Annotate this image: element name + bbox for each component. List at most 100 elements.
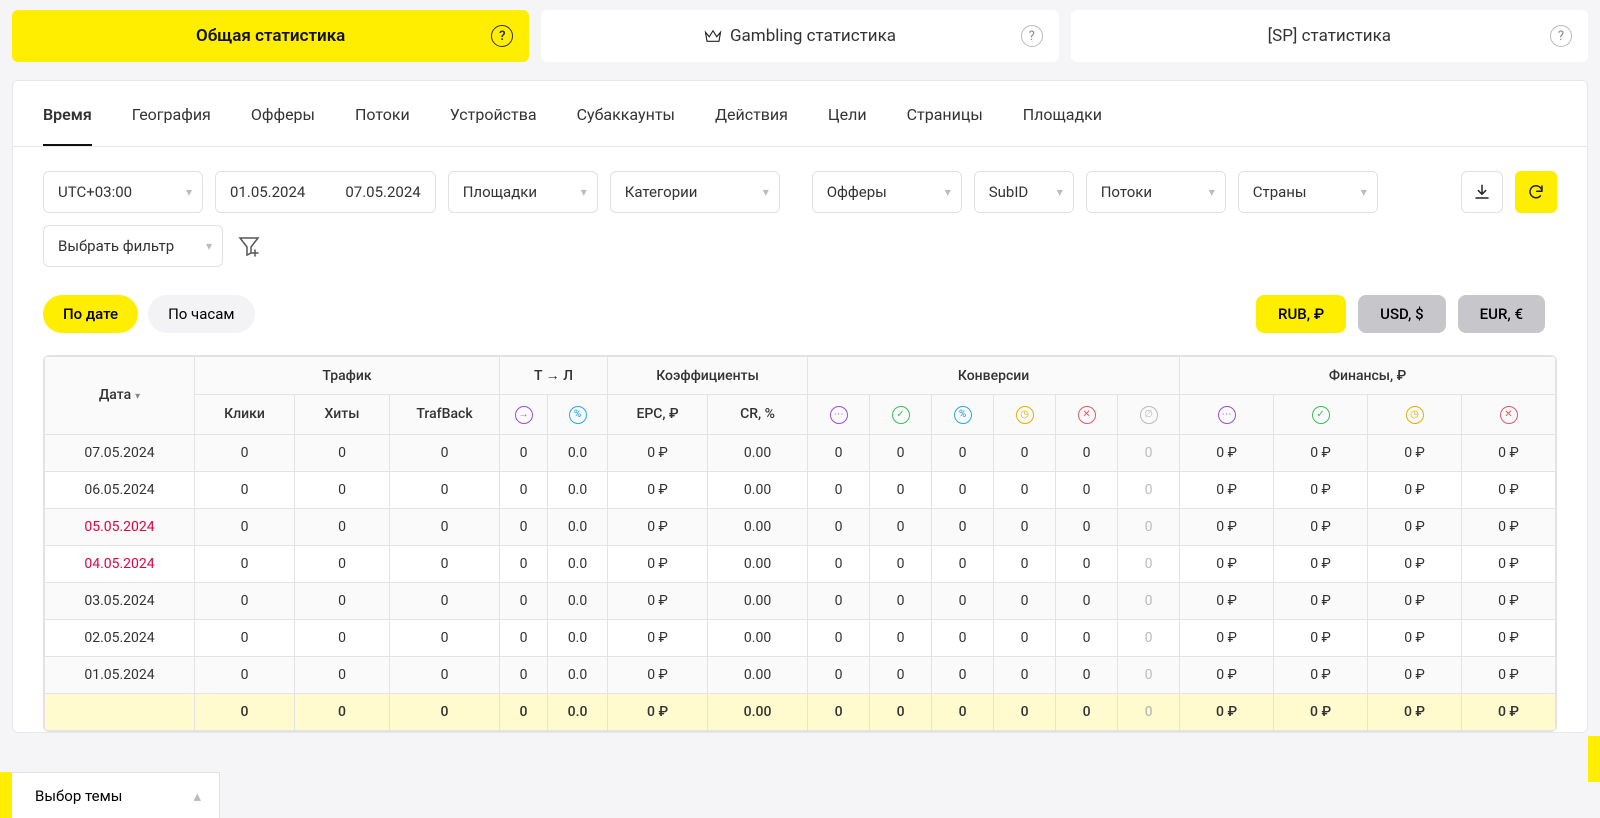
- currency-pill-RUB, ₽[interactable]: RUB, ₽: [1256, 295, 1346, 333]
- table-row[interactable]: 01.05.202400000.00 ₽0.000000000 ₽0 ₽0 ₽0…: [45, 656, 1556, 693]
- grp-conv: Конверсии: [808, 357, 1180, 395]
- refresh-icon: [1527, 183, 1545, 201]
- download-button[interactable]: [1461, 171, 1503, 213]
- col-conv-pct[interactable]: %: [932, 395, 994, 435]
- table-row[interactable]: 02.05.202400000.00 ₽0.000000000 ₽0 ₽0 ₽0…: [45, 619, 1556, 656]
- total-f3: 0 ₽: [1368, 693, 1462, 730]
- offers-select[interactable]: Офферы▾: [812, 171, 962, 213]
- table-row[interactable]: 04.05.202400000.00 ₽0.000000000 ₽0 ₽0 ₽0…: [45, 545, 1556, 582]
- col-conv-approved[interactable]: ✓: [870, 395, 932, 435]
- chevron-down-icon: ▾: [581, 185, 587, 199]
- mode-pill-По часам[interactable]: По часам: [148, 295, 254, 333]
- col-epc[interactable]: EPC, ₽: [608, 395, 708, 435]
- sub-tab-География[interactable]: География: [132, 81, 211, 146]
- sub-tab-Потоки[interactable]: Потоки: [355, 81, 410, 146]
- date-range-picker[interactable]: 01.05.2024 07.05.2024: [215, 171, 436, 213]
- cell-c6: 0: [1118, 619, 1180, 656]
- cell-clicks: 0: [195, 434, 295, 471]
- cell-f1: 0 ₽: [1180, 619, 1274, 656]
- sub-tab-Действия[interactable]: Действия: [715, 81, 788, 146]
- col-trafback[interactable]: TrafBack: [390, 395, 500, 435]
- col-fin-pending[interactable]: ◷: [1368, 395, 1462, 435]
- cell-f4: 0 ₽: [1462, 582, 1556, 619]
- cell-c4: 0: [994, 619, 1056, 656]
- top-tab-2[interactable]: [SP] статистика?: [1071, 10, 1588, 62]
- sub-tab-Офферы[interactable]: Офферы: [251, 81, 315, 146]
- cell-f1: 0 ₽: [1180, 582, 1274, 619]
- sub-tab-Субаккаунты[interactable]: Субаккаунты: [577, 81, 675, 146]
- percent-icon: %: [954, 406, 972, 424]
- col-conv-pending[interactable]: ◷: [994, 395, 1056, 435]
- choose-filter-select[interactable]: Выбрать фильтр▾: [43, 225, 223, 267]
- col-fin-rejected[interactable]: ✕: [1462, 395, 1556, 435]
- cell-tl2: 0.0: [548, 656, 608, 693]
- col-clicks[interactable]: Клики: [195, 395, 295, 435]
- chevron-down-icon: ▾: [1361, 185, 1367, 199]
- table-row[interactable]: 07.05.202400000.00 ₽0.000000000 ₽0 ₽0 ₽0…: [45, 434, 1556, 471]
- cell-tl2: 0.0: [548, 471, 608, 508]
- subid-select[interactable]: SubID▾: [974, 171, 1074, 213]
- chevron-down-icon: ▾: [1057, 185, 1063, 199]
- refresh-button[interactable]: [1515, 171, 1557, 213]
- cell-tl2: 0.0: [548, 619, 608, 656]
- date-from: 01.05.2024: [230, 183, 305, 201]
- cell-hits: 0: [295, 545, 390, 582]
- help-icon[interactable]: ?: [491, 25, 513, 47]
- cell-tl1: 0: [500, 508, 548, 545]
- stats-table: Дата▾ Трафик Т → Л Коэффициенты Конверси…: [44, 356, 1556, 731]
- table-row[interactable]: 03.05.202400000.00 ₽0.000000000 ₽0 ₽0 ₽0…: [45, 582, 1556, 619]
- table-row[interactable]: 06.05.202400000.00 ₽0.000000000 ₽0 ₽0 ₽0…: [45, 471, 1556, 508]
- col-fin-approved[interactable]: ✓: [1274, 395, 1368, 435]
- sub-tab-Цели[interactable]: Цели: [828, 81, 867, 146]
- cell-c5: 0: [1056, 545, 1118, 582]
- cell-c3: 0: [932, 508, 994, 545]
- top-tab-0[interactable]: Общая статистика?: [12, 10, 529, 62]
- cell-clicks: 0: [195, 582, 295, 619]
- col-fin-all[interactable]: ⋯: [1180, 395, 1274, 435]
- cell-f1: 0 ₽: [1180, 471, 1274, 508]
- col-conv-rejected[interactable]: ✕: [1056, 395, 1118, 435]
- currency-pill-USD, $[interactable]: USD, $: [1358, 295, 1446, 333]
- col-tl-pct[interactable]: %: [548, 395, 608, 435]
- col-conv-disabled[interactable]: ∅: [1118, 395, 1180, 435]
- cell-c5: 0: [1056, 434, 1118, 471]
- grp-fin: Финансы, ₽: [1180, 357, 1556, 395]
- table-row[interactable]: 05.05.202400000.00 ₽0.000000000 ₽0 ₽0 ₽0…: [45, 508, 1556, 545]
- cell-date: 01.05.2024: [45, 656, 195, 693]
- mode-pill-По дате[interactable]: По дате: [43, 295, 138, 333]
- platforms-select[interactable]: Площадки▾: [448, 171, 598, 213]
- cell-date: 02.05.2024: [45, 619, 195, 656]
- top-tab-1[interactable]: Gambling статистика?: [541, 10, 1058, 62]
- cell-clicks: 0: [195, 545, 295, 582]
- cell-f3: 0 ₽: [1368, 545, 1462, 582]
- cell-f4: 0 ₽: [1462, 545, 1556, 582]
- disabled-icon: ∅: [1140, 406, 1158, 424]
- currency-pill-EUR, €[interactable]: EUR, €: [1458, 295, 1545, 333]
- col-hits[interactable]: Хиты: [295, 395, 390, 435]
- sub-tab-Время[interactable]: Время: [43, 81, 92, 146]
- cell-c3: 0: [932, 619, 994, 656]
- cell-c6: 0: [1118, 582, 1180, 619]
- sub-tab-Устройства[interactable]: Устройства: [450, 81, 537, 146]
- download-icon: [1473, 183, 1491, 201]
- sub-tab-Страницы[interactable]: Страницы: [907, 81, 983, 146]
- cell-c2: 0: [870, 545, 932, 582]
- sub-tab-Площадки[interactable]: Площадки: [1023, 81, 1102, 146]
- add-filter-button[interactable]: [237, 234, 261, 258]
- col-tl-arrow[interactable]: →: [500, 395, 548, 435]
- theme-selector[interactable]: Выбор темы ▴: [0, 772, 220, 818]
- countries-select[interactable]: Страны▾: [1238, 171, 1378, 213]
- total-trafback: 0: [390, 693, 500, 730]
- col-date[interactable]: Дата▾: [45, 357, 195, 435]
- grp-traffic: Трафик: [195, 357, 500, 395]
- col-cr[interactable]: CR, %: [708, 395, 808, 435]
- streams-select[interactable]: Потоки▾: [1086, 171, 1226, 213]
- help-icon[interactable]: ?: [1021, 25, 1043, 47]
- help-icon[interactable]: ?: [1550, 25, 1572, 47]
- cell-date: 03.05.2024: [45, 582, 195, 619]
- cell-f4: 0 ₽: [1462, 508, 1556, 545]
- timezone-select[interactable]: UTC+03:00 ▾: [43, 171, 203, 213]
- categories-select[interactable]: Категории▾: [610, 171, 780, 213]
- support-handle[interactable]: [1588, 736, 1600, 782]
- col-conv-all[interactable]: ⋯: [808, 395, 870, 435]
